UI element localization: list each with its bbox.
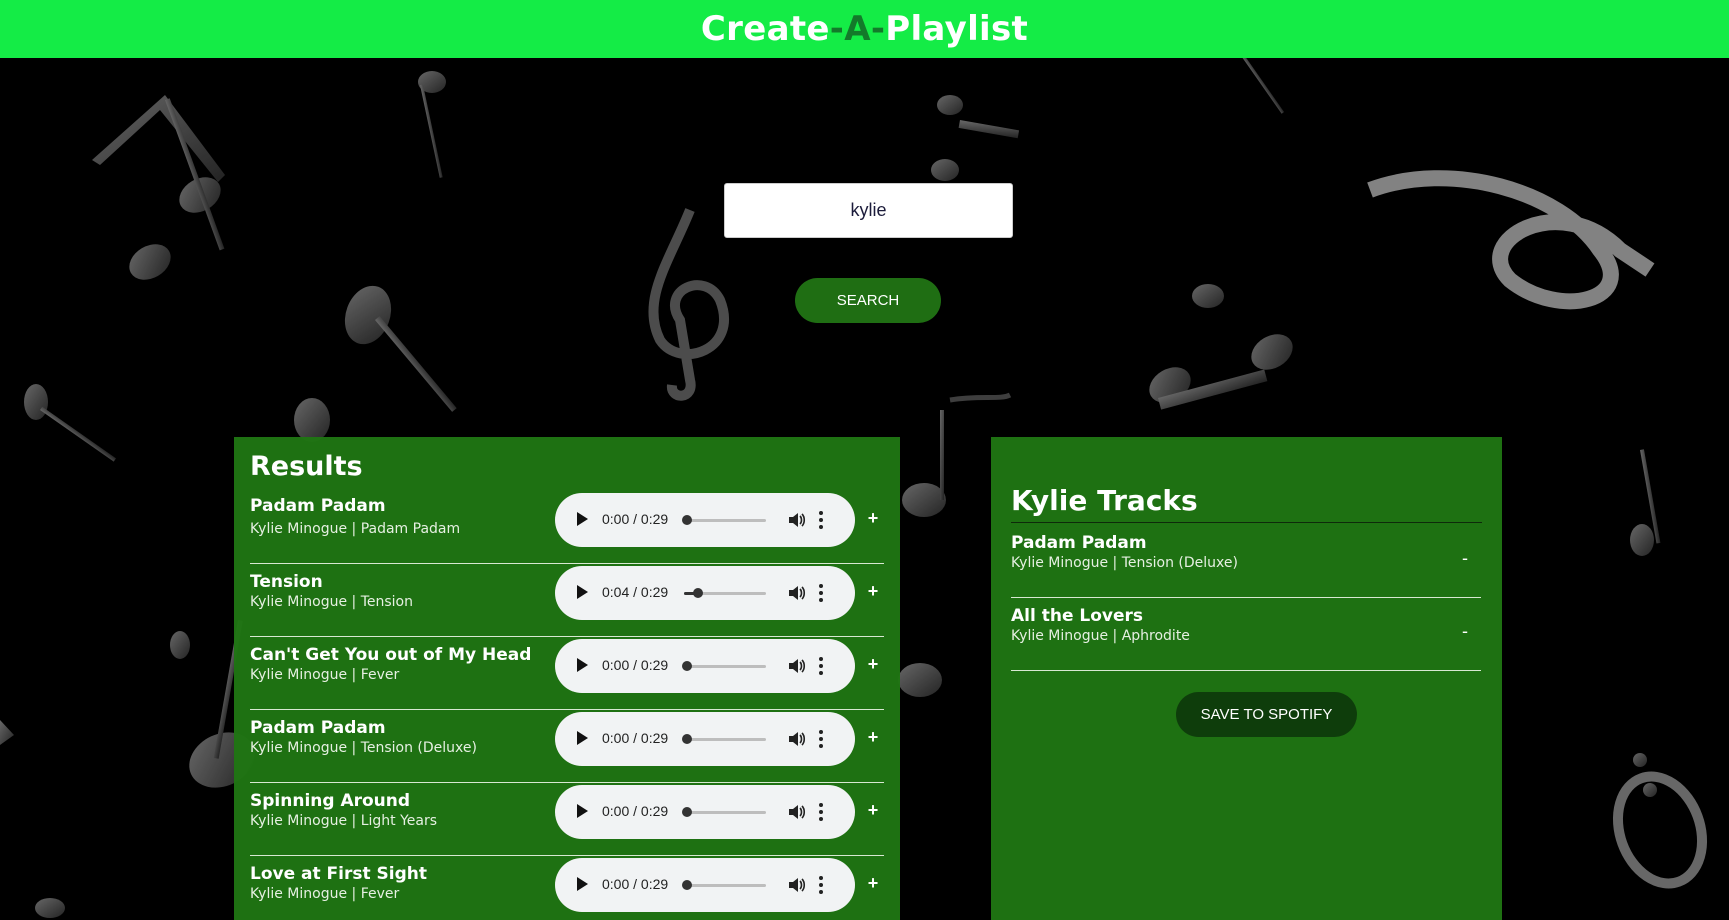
playlist-track-row: All the Lovers Kylie Minogue | Aphrodite… (1011, 598, 1481, 671)
volume-icon[interactable] (787, 875, 807, 895)
playlist-list: Padam Padam Kylie Minogue | Tension (Del… (1011, 525, 1481, 737)
add-track-button[interactable]: + (864, 870, 882, 896)
add-track-button[interactable]: + (864, 724, 882, 750)
play-icon[interactable] (577, 512, 588, 526)
playlist-panel: Padam Padam Kylie Minogue | Tension (Del… (991, 437, 1502, 920)
progress-bar[interactable] (682, 661, 766, 671)
track-row: Padam Padam Kylie Minogue | Padam Padam … (250, 491, 884, 564)
remove-track-button[interactable]: - (1457, 618, 1473, 644)
add-track-button[interactable]: + (864, 797, 882, 823)
track-artist-album: Kylie Minogue | Tension (Deluxe) (1011, 555, 1238, 571)
more-options-icon[interactable] (819, 803, 823, 821)
track-title: Love at First Sight (250, 864, 428, 884)
audio-player[interactable]: 0:00 / 0:29 (555, 493, 855, 547)
play-icon[interactable] (577, 804, 588, 818)
audio-player[interactable]: 0:00 / 0:29 (555, 785, 855, 839)
results-panel: Results Padam Padam Kylie Minogue | Pada… (234, 437, 900, 920)
track-title: Padam Padam (250, 496, 386, 516)
more-options-icon[interactable] (819, 511, 823, 529)
search-input[interactable] (724, 183, 1013, 238)
track-title: Padam Padam (250, 718, 386, 738)
progress-handle[interactable] (682, 807, 692, 817)
track-artist-album: Kylie Minogue | Fever (250, 886, 400, 902)
track-title: Can't Get You out of My Head (250, 645, 532, 665)
playback-time: 0:04 / 0:29 (602, 584, 669, 600)
progress-bar[interactable] (684, 588, 766, 598)
search-button[interactable]: SEARCH (795, 278, 941, 323)
play-icon[interactable] (577, 731, 588, 745)
track-row: Spinning Around Kylie Minogue | Light Ye… (250, 783, 884, 856)
track-title: Padam Padam (1011, 533, 1147, 553)
track-row: Can't Get You out of My Head Kylie Minog… (250, 637, 884, 710)
track-title: Tension (250, 572, 323, 592)
playback-time: 0:00 / 0:29 (602, 876, 669, 892)
results-list: Padam Padam Kylie Minogue | Padam Padam … (250, 491, 884, 920)
progress-handle[interactable] (682, 661, 692, 671)
audio-player[interactable]: 0:00 / 0:29 (555, 639, 855, 693)
more-options-icon[interactable] (819, 876, 823, 894)
play-icon[interactable] (577, 877, 588, 891)
track-row: Love at First Sight Kylie Minogue | Feve… (250, 856, 884, 920)
track-artist-album: Kylie Minogue | Light Years (250, 813, 438, 829)
playback-time: 0:00 / 0:29 (602, 730, 669, 746)
track-row: Padam Padam Kylie Minogue | Tension (Del… (250, 710, 884, 783)
progress-handle[interactable] (682, 734, 692, 744)
track-title: All the Lovers (1011, 606, 1144, 626)
playback-time: 0:00 / 0:29 (602, 511, 669, 527)
track-artist-album: Kylie Minogue | Fever (250, 667, 400, 683)
progress-bar[interactable] (682, 734, 766, 744)
more-options-icon[interactable] (819, 584, 823, 602)
audio-player[interactable]: 0:00 / 0:29 (555, 858, 855, 912)
progress-bar[interactable] (682, 880, 766, 890)
remove-track-button[interactable]: - (1457, 545, 1473, 571)
progress-handle[interactable] (682, 880, 692, 890)
audio-player[interactable]: 0:00 / 0:29 (555, 712, 855, 766)
volume-icon[interactable] (787, 583, 807, 603)
playback-time: 0:00 / 0:29 (602, 803, 669, 819)
progress-handle[interactable] (682, 515, 692, 525)
audio-player[interactable]: 0:04 / 0:29 (555, 566, 855, 620)
add-track-button[interactable]: + (864, 505, 882, 531)
more-options-icon[interactable] (819, 730, 823, 748)
playback-time: 0:00 / 0:29 (602, 657, 669, 673)
progress-handle[interactable] (693, 588, 704, 598)
track-row: Tension Kylie Minogue | Tension 0:04 / 0… (250, 564, 884, 637)
play-icon[interactable] (577, 585, 588, 599)
track-artist-album: Kylie Minogue | Aphrodite (1011, 628, 1190, 644)
results-heading: Results (250, 451, 363, 482)
app-title: Create-A-Playlist (700, 9, 1029, 49)
playlist-track-row: Padam Padam Kylie Minogue | Tension (Del… (1011, 525, 1481, 598)
volume-icon[interactable] (787, 656, 807, 676)
play-icon[interactable] (577, 658, 588, 672)
progress-bar[interactable] (682, 515, 766, 525)
volume-icon[interactable] (787, 802, 807, 822)
playlist-name-input[interactable] (1011, 479, 1482, 523)
track-artist-album: Kylie Minogue | Tension (250, 594, 413, 610)
more-options-icon[interactable] (819, 657, 823, 675)
progress-bar[interactable] (682, 807, 766, 817)
app-header: Create-A-Playlist (0, 0, 1729, 58)
track-title: Spinning Around (250, 791, 411, 811)
add-track-button[interactable]: + (864, 651, 882, 677)
volume-icon[interactable] (787, 510, 807, 530)
save-to-spotify-button[interactable]: SAVE TO SPOTIFY (1176, 692, 1357, 737)
volume-icon[interactable] (787, 729, 807, 749)
add-track-button[interactable]: + (864, 578, 882, 604)
track-artist-album: Kylie Minogue | Tension (Deluxe) (250, 740, 477, 756)
track-artist-album: Kylie Minogue | Padam Padam (250, 521, 461, 537)
